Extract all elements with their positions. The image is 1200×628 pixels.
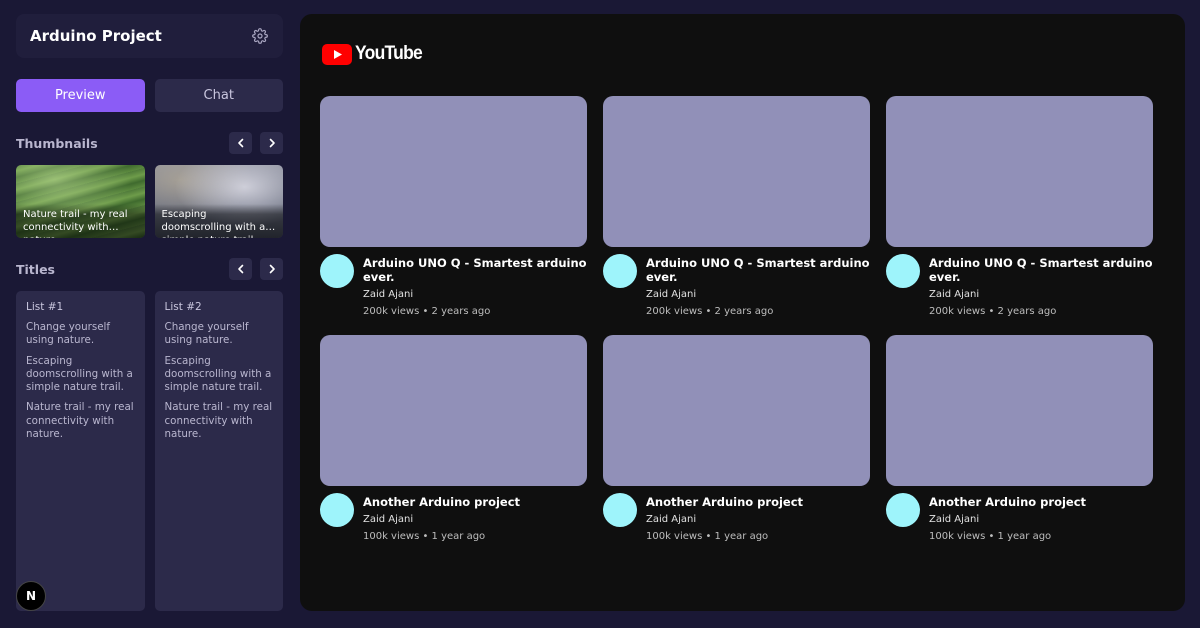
channel-avatar[interactable] (603, 493, 637, 527)
youtube-play-icon (322, 43, 352, 65)
titles-next-button[interactable] (260, 258, 283, 280)
video-channel[interactable]: Zaid Ajani (363, 289, 587, 301)
video-channel[interactable]: Zaid Ajani (363, 514, 520, 526)
video-title[interactable]: Another Arduino project (646, 495, 803, 509)
video-title[interactable]: Another Arduino project (363, 495, 520, 509)
thumbnails-row: Nature trail - my real connectivity with… (16, 165, 283, 238)
video-meta: Arduino UNO Q - Smartest arduino ever. Z… (886, 254, 1153, 318)
title-list-card[interactable]: List #2 Change yourself using nature. Es… (154, 291, 283, 611)
thumbnail-caption: Nature trail - my real connectivity with… (16, 204, 145, 238)
video-channel[interactable]: Zaid Ajani (646, 514, 803, 526)
video-stats: 100k views • 1 year ago (646, 531, 769, 542)
video-channel[interactable]: Zaid Ajani (646, 289, 870, 301)
channel-avatar[interactable] (886, 254, 920, 288)
video-meta: Another Arduino project Zaid Ajani 100k … (320, 493, 587, 543)
thumbnails-title: Thumbnails (16, 135, 98, 151)
video-title[interactable]: Arduino UNO Q - Smartest arduino ever. (646, 256, 870, 284)
mode-toggle: Preview Chat (16, 79, 283, 112)
thumbnail-card[interactable]: Escaping doomscrolling with a simple nat… (154, 165, 283, 238)
thumbnails-nav (229, 132, 283, 154)
video-card[interactable]: Another Arduino project Zaid Ajani 100k … (886, 335, 1153, 543)
video-thumbnail[interactable] (603, 335, 870, 486)
video-thumbnail[interactable] (886, 335, 1153, 486)
nextjs-badge[interactable]: N (16, 581, 46, 611)
video-stats: 200k views • 2 years ago (363, 306, 491, 317)
title-list-card[interactable]: List #1 Change yourself using nature. Es… (16, 291, 145, 611)
channel-avatar[interactable] (886, 493, 920, 527)
youtube-wordmark: YouTube (355, 43, 423, 64)
video-stats: 100k views • 1 year ago (929, 531, 1052, 542)
list-item[interactable]: Escaping doomscrolling with a simple nat… (165, 355, 274, 395)
preview-button[interactable]: Preview (16, 79, 145, 112)
youtube-preview-panel: YouTube Arduino UNO Q - Smartest arduino… (300, 14, 1185, 611)
video-channel[interactable]: Zaid Ajani (929, 514, 1086, 526)
video-title[interactable]: Another Arduino project (929, 495, 1086, 509)
project-header: Arduino Project (16, 14, 283, 58)
titles-nav (229, 258, 283, 280)
video-thumbnail[interactable] (603, 96, 870, 247)
thumbnail-card[interactable]: Nature trail - my real connectivity with… (16, 165, 145, 238)
channel-avatar[interactable] (320, 493, 354, 527)
channel-avatar[interactable] (320, 254, 354, 288)
chevron-right-icon (269, 264, 275, 274)
video-stats: 200k views • 2 years ago (646, 306, 774, 317)
chevron-left-icon (237, 264, 243, 274)
chevron-left-icon (237, 138, 243, 148)
list-item[interactable]: Change yourself using nature. (26, 321, 135, 348)
channel-avatar[interactable] (603, 254, 637, 288)
thumbnails-next-button[interactable] (260, 132, 283, 154)
project-title: Arduino Project (30, 27, 162, 45)
video-meta: Another Arduino project Zaid Ajani 100k … (603, 493, 870, 543)
list-title: List #2 (164, 301, 202, 313)
video-card[interactable]: Another Arduino project Zaid Ajani 100k … (320, 335, 587, 543)
video-stats: 100k views • 1 year ago (363, 531, 486, 542)
titles-header: Titles (16, 258, 283, 280)
video-card[interactable]: Arduino UNO Q - Smartest arduino ever. Z… (886, 96, 1153, 318)
list-item[interactable]: Nature trail - my real connectivity with… (26, 401, 135, 441)
list-item[interactable]: Escaping doomscrolling with a simple nat… (26, 355, 135, 395)
video-title[interactable]: Arduino UNO Q - Smartest arduino ever. (363, 256, 587, 284)
sidebar: Arduino Project Preview Chat Thumbnails … (16, 14, 283, 612)
title-lists: List #1 Change yourself using nature. Es… (16, 291, 283, 611)
video-thumbnail[interactable] (886, 96, 1153, 247)
gear-icon[interactable] (251, 27, 269, 45)
video-stats: 200k views • 2 years ago (929, 306, 1057, 317)
youtube-logo[interactable]: YouTube (322, 43, 428, 65)
video-card[interactable]: Arduino UNO Q - Smartest arduino ever. Z… (320, 96, 587, 318)
list-title: List #1 (26, 301, 64, 313)
video-thumbnail[interactable] (320, 335, 587, 486)
video-meta: Arduino UNO Q - Smartest arduino ever. Z… (603, 254, 870, 318)
list-item[interactable]: Change yourself using nature. (165, 321, 274, 348)
video-channel[interactable]: Zaid Ajani (929, 289, 1153, 301)
chat-button[interactable]: Chat (154, 79, 283, 112)
thumbnail-caption: Escaping doomscrolling with a simple nat… (154, 204, 283, 238)
video-card[interactable]: Another Arduino project Zaid Ajani 100k … (603, 335, 870, 543)
video-thumbnail[interactable] (320, 96, 587, 247)
video-card[interactable]: Arduino UNO Q - Smartest arduino ever. Z… (603, 96, 870, 318)
chevron-right-icon (269, 138, 275, 148)
thumbnails-prev-button[interactable] (229, 132, 252, 154)
video-meta: Another Arduino project Zaid Ajani 100k … (886, 493, 1153, 543)
video-meta: Arduino UNO Q - Smartest arduino ever. Z… (320, 254, 587, 318)
titles-prev-button[interactable] (229, 258, 252, 280)
thumbnails-header: Thumbnails (16, 132, 283, 154)
list-item[interactable]: Nature trail - my real connectivity with… (165, 401, 274, 441)
titles-title: Titles (16, 261, 55, 277)
video-title[interactable]: Arduino UNO Q - Smartest arduino ever. (929, 256, 1153, 284)
